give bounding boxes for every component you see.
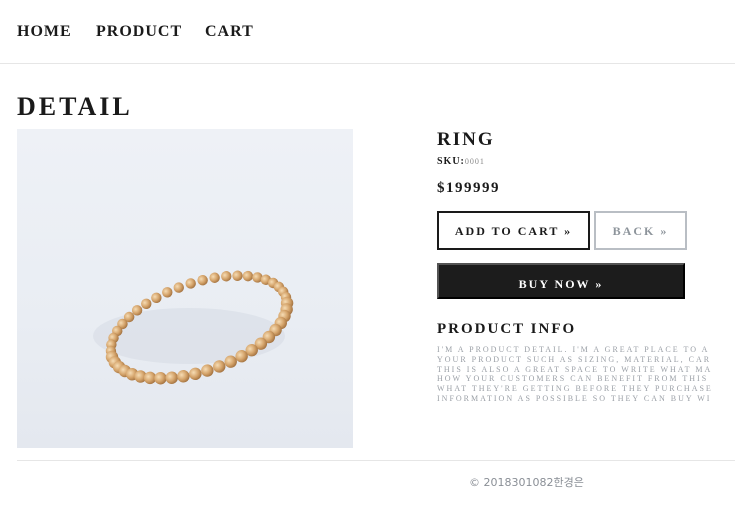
ring-bead (201, 364, 214, 377)
sku: SKU:0001 (437, 156, 485, 167)
nav-cart[interactable]: CART (205, 23, 254, 41)
nav-home[interactable]: HOME (17, 23, 72, 41)
ring-bead (151, 292, 162, 303)
ring-bead (232, 270, 243, 281)
footer-copyright: © 2018301082한경은 (469, 476, 584, 489)
buy-now-button[interactable]: BUY NOW » (437, 263, 685, 299)
product-image (17, 129, 353, 448)
ring-bead (162, 287, 173, 298)
info-line: HOW YOUR CUSTOMERS CAN BENEFIT FROM THIS (437, 374, 709, 384)
sku-label: SKU: (437, 156, 465, 167)
product-price: $199999 (437, 180, 500, 196)
footer-divider (17, 460, 735, 461)
ring-bead (209, 272, 220, 283)
back-button[interactable]: BACK » (594, 211, 687, 250)
product-info-title: PRODUCT INFO (437, 321, 577, 337)
nav-product[interactable]: PRODUCT (96, 23, 182, 41)
info-line: INFORMATION AS POSSIBLE SO THEY CAN BUY … (437, 393, 712, 403)
ring-bead (197, 274, 208, 286)
info-line: YOUR PRODUCT SUCH AS SIZING, MATERIAL, C… (437, 354, 712, 364)
info-line: I'M A PRODUCT DETAIL. I'M A GREAT PLACE … (437, 345, 710, 354)
page-title: DETAIL (17, 92, 133, 121)
product-name: RING (437, 129, 495, 150)
ring-bead (165, 371, 178, 384)
ring-image (93, 270, 294, 385)
ring-bead (189, 367, 202, 381)
sku-value: 0001 (464, 157, 485, 166)
ring-bead (221, 271, 232, 282)
ring-bead (177, 370, 190, 383)
info-line: THIS IS ALSO A GREAT SPACE TO WRITE WHAT… (437, 364, 713, 374)
ring-bead (185, 278, 196, 289)
add-to-cart-button[interactable]: ADD TO CART » (437, 211, 590, 250)
top-nav: HOME PRODUCT CART (0, 0, 735, 64)
ring-bead (173, 282, 184, 293)
info-line: WHAT THEY'RE GETTING BEFORE THEY PURCHAS… (437, 384, 713, 394)
product-info-text: I'M A PRODUCT DETAIL. I'M A GREAT PLACE … (437, 345, 735, 407)
